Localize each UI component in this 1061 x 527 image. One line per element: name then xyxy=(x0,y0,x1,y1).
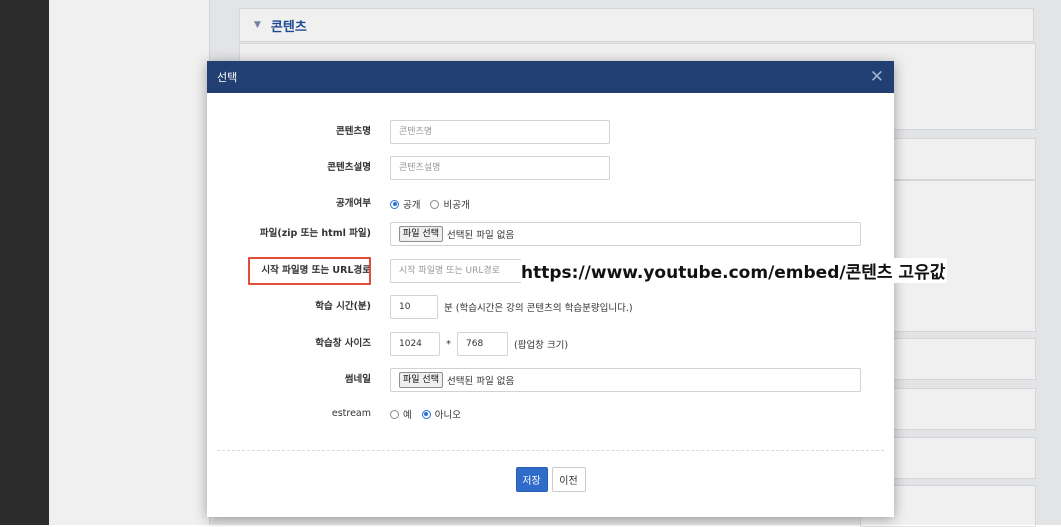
content-name-input[interactable]: 콘텐츠명 xyxy=(390,120,610,144)
file-label: 파일(zip 또는 html 파일) xyxy=(259,228,371,239)
visibility-label: 공개여부 xyxy=(336,198,371,209)
radio-public[interactable] xyxy=(390,199,399,209)
file-status: 선택된 파일 없음 xyxy=(446,230,515,241)
modal-footer: 저장 이전 xyxy=(207,467,894,492)
modal-title: 선택 xyxy=(217,71,238,84)
file-input: 파일 선택 선택된 파일 없음 xyxy=(390,222,861,246)
select-modal: 선택 ✕ 콘텐츠명 콘텐츠명 콘텐츠설명 콘텐츠설명 공개여부 공개 비공개 파… xyxy=(207,61,894,517)
window-size-label: 학습창 사이즈 xyxy=(315,338,371,349)
radio-private-label: 비공개 xyxy=(443,200,470,211)
thumbnail-label: 썸네일 xyxy=(344,374,371,385)
radio-private[interactable] xyxy=(430,199,440,209)
file-select-button[interactable]: 파일 선택 xyxy=(399,226,443,242)
radio-estream-yes[interactable] xyxy=(390,409,399,419)
size-separator: * xyxy=(446,338,451,350)
window-size-row: 학습창 사이즈 1024 * 768 (팝업창 크기) xyxy=(207,331,894,357)
window-height-input[interactable]: 768 xyxy=(457,332,508,356)
url-annotation: https://www.youtube.com/embed/콘텐츠 고유값 xyxy=(521,258,948,283)
radio-estream-no[interactable] xyxy=(421,409,431,419)
window-width-input[interactable]: 1024 xyxy=(390,332,440,356)
visibility-row: 공개여부 공개 비공개 xyxy=(207,191,894,217)
start-file-highlight-box xyxy=(248,257,371,285)
window-size-note: (팝업창 크기) xyxy=(514,340,569,351)
prev-button[interactable]: 이전 xyxy=(551,467,586,492)
thumbnail-status: 선택된 파일 없음 xyxy=(446,376,515,387)
content-name-label: 콘텐츠명 xyxy=(336,126,371,137)
study-time-row: 학습 시간(분) 10 분 (학습시간은 강의 콘텐츠의 학습분량입니다.) xyxy=(207,294,894,320)
estream-row: estream 예 아니오 xyxy=(207,401,894,427)
thumbnail-row: 썸네일 파일 선택 선택된 파일 없음 xyxy=(207,367,894,393)
content-desc-input[interactable]: 콘텐츠설명 xyxy=(390,156,610,180)
file-row: 파일(zip 또는 html 파일) 파일 선택 선택된 파일 없음 xyxy=(207,221,894,247)
close-icon[interactable]: ✕ xyxy=(870,68,884,86)
study-time-note: 분 (학습시간은 강의 콘텐츠의 학습분량입니다.) xyxy=(444,303,633,314)
modal-header: 선택 ✕ xyxy=(207,61,894,93)
content-desc-label: 콘텐츠설명 xyxy=(327,162,371,173)
thumbnail-input: 파일 선택 선택된 파일 없음 xyxy=(390,368,861,392)
thumbnail-select-button[interactable]: 파일 선택 xyxy=(399,372,443,388)
modal-divider xyxy=(217,450,884,451)
content-name-row: 콘텐츠명 콘텐츠명 xyxy=(207,119,894,145)
study-time-input[interactable]: 10 xyxy=(390,295,438,319)
radio-public-label: 공개 xyxy=(403,200,421,211)
radio-estream-yes-label: 예 xyxy=(403,410,412,421)
study-time-label: 학습 시간(분) xyxy=(315,301,371,312)
estream-label: estream xyxy=(331,408,371,419)
radio-estream-no-label: 아니오 xyxy=(434,410,461,421)
save-button[interactable]: 저장 xyxy=(515,467,548,492)
content-desc-row: 콘텐츠설명 콘텐츠설명 xyxy=(207,155,894,181)
